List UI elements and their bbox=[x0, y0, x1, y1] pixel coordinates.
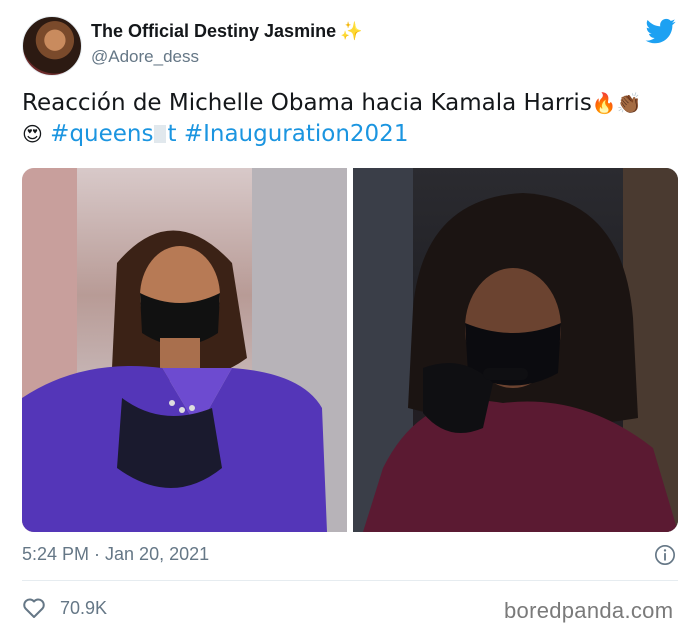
avatar[interactable] bbox=[22, 16, 82, 76]
hashtag-queens-prefix: #queens bbox=[50, 121, 154, 147]
heart-icon[interactable] bbox=[22, 597, 46, 619]
author-handle[interactable]: @Adore_dess bbox=[91, 47, 199, 67]
hashtag-queens[interactable]: #queens t bbox=[50, 121, 176, 147]
tweet-media bbox=[22, 168, 678, 532]
tweet-main-text: Reacción de Michelle Obama hacia Kamala … bbox=[22, 90, 592, 116]
watermark: boredpanda.com bbox=[504, 598, 674, 623]
hashtag-inauguration2021[interactable]: #Inauguration2021 bbox=[184, 121, 409, 147]
sparkles-icon: ✨ bbox=[340, 21, 363, 41]
photo-right-illustration bbox=[353, 168, 678, 532]
tweet-text: Reacción de Michelle Obama hacia Kamala … bbox=[22, 88, 682, 150]
photo-left-illustration bbox=[22, 168, 347, 532]
photo-michelle-obama[interactable] bbox=[353, 168, 678, 532]
like-count[interactable]: 70.9K bbox=[60, 598, 107, 619]
tweet-timestamp[interactable]: 5:24 PM · Jan 20, 2021 bbox=[22, 544, 209, 565]
hashtag-queens-suffix: t bbox=[167, 121, 177, 147]
author-display-name[interactable]: The Official Destiny Jasmine ✨ bbox=[91, 21, 363, 42]
photo-kamala-harris[interactable] bbox=[22, 168, 347, 532]
heart-eyes-emoji: 😍 bbox=[22, 122, 43, 146]
censor-block bbox=[154, 125, 167, 143]
author-name-text: The Official Destiny Jasmine bbox=[91, 21, 337, 41]
twitter-bird-icon[interactable] bbox=[644, 16, 678, 46]
divider bbox=[22, 580, 678, 581]
fire-clap-emoji: 🔥👏🏾 bbox=[591, 91, 642, 115]
info-icon[interactable] bbox=[654, 544, 676, 566]
